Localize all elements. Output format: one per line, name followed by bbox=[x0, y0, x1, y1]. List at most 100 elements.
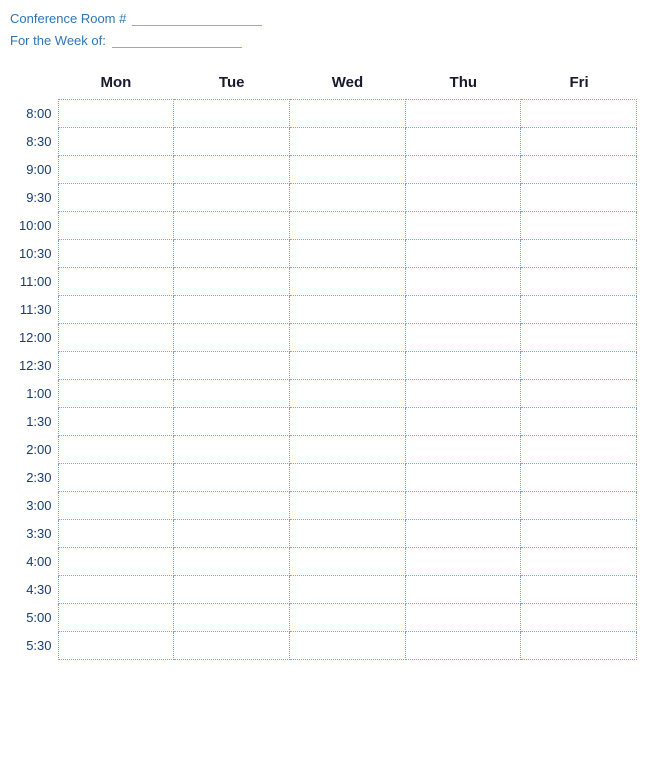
schedule-cell[interactable] bbox=[174, 548, 290, 576]
schedule-cell[interactable] bbox=[405, 184, 521, 212]
schedule-cell[interactable] bbox=[174, 436, 290, 464]
schedule-cell[interactable] bbox=[405, 464, 521, 492]
schedule-cell[interactable] bbox=[174, 464, 290, 492]
schedule-cell[interactable] bbox=[405, 436, 521, 464]
schedule-cell[interactable] bbox=[58, 492, 174, 520]
schedule-cell[interactable] bbox=[58, 240, 174, 268]
schedule-cell[interactable] bbox=[58, 128, 174, 156]
schedule-cell[interactable] bbox=[174, 128, 290, 156]
schedule-cell[interactable] bbox=[405, 576, 521, 604]
schedule-cell[interactable] bbox=[58, 100, 174, 128]
schedule-cell[interactable] bbox=[521, 296, 637, 324]
schedule-cell[interactable] bbox=[174, 156, 290, 184]
schedule-cell[interactable] bbox=[289, 548, 405, 576]
schedule-cell[interactable] bbox=[289, 464, 405, 492]
schedule-cell[interactable] bbox=[58, 212, 174, 240]
schedule-cell[interactable] bbox=[289, 632, 405, 660]
schedule-cell[interactable] bbox=[405, 100, 521, 128]
schedule-cell[interactable] bbox=[405, 296, 521, 324]
schedule-cell[interactable] bbox=[58, 548, 174, 576]
schedule-cell[interactable] bbox=[289, 240, 405, 268]
schedule-cell[interactable] bbox=[174, 352, 290, 380]
schedule-cell[interactable] bbox=[521, 352, 637, 380]
schedule-cell[interactable] bbox=[289, 268, 405, 296]
schedule-cell[interactable] bbox=[58, 352, 174, 380]
schedule-cell[interactable] bbox=[289, 492, 405, 520]
schedule-cell[interactable] bbox=[521, 576, 637, 604]
schedule-cell[interactable] bbox=[405, 604, 521, 632]
schedule-cell[interactable] bbox=[521, 156, 637, 184]
schedule-cell[interactable] bbox=[58, 408, 174, 436]
schedule-cell[interactable] bbox=[58, 324, 174, 352]
schedule-cell[interactable] bbox=[58, 184, 174, 212]
schedule-cell[interactable] bbox=[521, 520, 637, 548]
schedule-cell[interactable] bbox=[521, 380, 637, 408]
schedule-cell[interactable] bbox=[521, 464, 637, 492]
schedule-cell[interactable] bbox=[289, 212, 405, 240]
schedule-cell[interactable] bbox=[289, 436, 405, 464]
schedule-cell[interactable] bbox=[289, 408, 405, 436]
schedule-cell[interactable] bbox=[405, 492, 521, 520]
schedule-cell[interactable] bbox=[521, 324, 637, 352]
schedule-cell[interactable] bbox=[58, 632, 174, 660]
schedule-cell[interactable] bbox=[58, 380, 174, 408]
schedule-cell[interactable] bbox=[58, 604, 174, 632]
schedule-cell[interactable] bbox=[405, 408, 521, 436]
schedule-cell[interactable] bbox=[521, 436, 637, 464]
schedule-cell[interactable] bbox=[521, 604, 637, 632]
schedule-cell[interactable] bbox=[58, 436, 174, 464]
schedule-cell[interactable] bbox=[174, 408, 290, 436]
schedule-cell[interactable] bbox=[174, 576, 290, 604]
schedule-cell[interactable] bbox=[289, 128, 405, 156]
schedule-cell[interactable] bbox=[521, 240, 637, 268]
schedule-cell[interactable] bbox=[405, 324, 521, 352]
schedule-cell[interactable] bbox=[521, 492, 637, 520]
schedule-cell[interactable] bbox=[58, 520, 174, 548]
schedule-cell[interactable] bbox=[289, 520, 405, 548]
schedule-cell[interactable] bbox=[58, 296, 174, 324]
schedule-cell[interactable] bbox=[174, 268, 290, 296]
schedule-cell[interactable] bbox=[289, 604, 405, 632]
schedule-cell[interactable] bbox=[58, 464, 174, 492]
schedule-cell[interactable] bbox=[521, 212, 637, 240]
schedule-cell[interactable] bbox=[405, 268, 521, 296]
schedule-cell[interactable] bbox=[289, 324, 405, 352]
schedule-cell[interactable] bbox=[405, 212, 521, 240]
schedule-cell[interactable] bbox=[405, 156, 521, 184]
schedule-cell[interactable] bbox=[405, 128, 521, 156]
schedule-cell[interactable] bbox=[174, 604, 290, 632]
schedule-cell[interactable] bbox=[521, 408, 637, 436]
schedule-cell[interactable] bbox=[521, 632, 637, 660]
schedule-cell[interactable] bbox=[174, 492, 290, 520]
schedule-cell[interactable] bbox=[521, 184, 637, 212]
room-input[interactable] bbox=[132, 10, 262, 26]
schedule-cell[interactable] bbox=[521, 268, 637, 296]
schedule-cell[interactable] bbox=[521, 100, 637, 128]
schedule-cell[interactable] bbox=[174, 212, 290, 240]
schedule-cell[interactable] bbox=[174, 296, 290, 324]
schedule-cell[interactable] bbox=[174, 520, 290, 548]
schedule-cell[interactable] bbox=[58, 576, 174, 604]
schedule-cell[interactable] bbox=[174, 324, 290, 352]
schedule-cell[interactable] bbox=[174, 240, 290, 268]
schedule-cell[interactable] bbox=[174, 380, 290, 408]
schedule-cell[interactable] bbox=[289, 576, 405, 604]
schedule-cell[interactable] bbox=[405, 632, 521, 660]
schedule-cell[interactable] bbox=[174, 100, 290, 128]
schedule-cell[interactable] bbox=[289, 352, 405, 380]
schedule-cell[interactable] bbox=[174, 184, 290, 212]
schedule-cell[interactable] bbox=[405, 380, 521, 408]
week-input[interactable] bbox=[112, 32, 242, 48]
schedule-cell[interactable] bbox=[289, 296, 405, 324]
schedule-cell[interactable] bbox=[174, 632, 290, 660]
schedule-cell[interactable] bbox=[58, 156, 174, 184]
schedule-cell[interactable] bbox=[289, 100, 405, 128]
schedule-cell[interactable] bbox=[405, 548, 521, 576]
schedule-cell[interactable] bbox=[289, 156, 405, 184]
schedule-cell[interactable] bbox=[521, 128, 637, 156]
schedule-cell[interactable] bbox=[405, 352, 521, 380]
schedule-cell[interactable] bbox=[521, 548, 637, 576]
schedule-cell[interactable] bbox=[289, 184, 405, 212]
schedule-cell[interactable] bbox=[405, 240, 521, 268]
schedule-cell[interactable] bbox=[289, 380, 405, 408]
